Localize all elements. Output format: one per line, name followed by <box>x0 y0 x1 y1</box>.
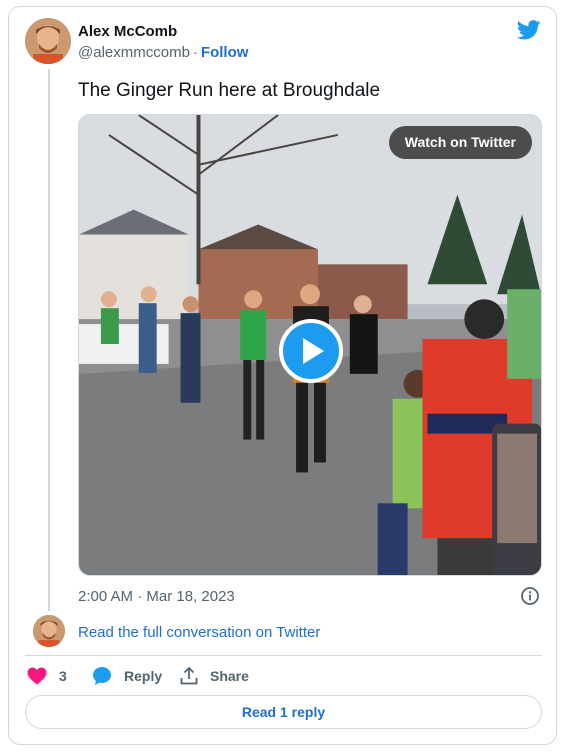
read-reply-button[interactable]: Read 1 reply <box>25 695 542 729</box>
share-label: Share <box>210 668 249 684</box>
play-icon <box>303 338 324 364</box>
author-name[interactable]: Alex McComb <box>78 23 177 40</box>
reply-label: Reply <box>124 668 163 684</box>
tweet-text: The Ginger Run here at Broughdale <box>78 80 381 101</box>
info-icon[interactable] <box>520 586 540 606</box>
share-button[interactable]: Share <box>180 665 249 687</box>
tweet-timestamp[interactable]: 2:00 AM · Mar 18, 2023 <box>78 588 235 605</box>
separator-dot: · <box>192 44 198 61</box>
share-arrow-icon <box>180 667 198 685</box>
speech-bubble-icon <box>93 667 111 685</box>
video-media[interactable]: Watch on Twitter <box>78 114 542 576</box>
read-full-conversation-link[interactable]: Read the full conversation on Twitter <box>78 624 320 641</box>
like-count: 3 <box>59 668 67 684</box>
reply-button[interactable]: Reply <box>92 665 162 687</box>
like-button[interactable]: 3 <box>27 665 67 687</box>
author-avatar-small[interactable] <box>33 615 65 647</box>
twitter-bird-icon[interactable] <box>517 20 541 40</box>
play-button[interactable] <box>279 319 343 383</box>
author-handle-line: @alexmmccomb · Follow <box>78 44 248 61</box>
follow-button[interactable]: Follow <box>201 44 249 61</box>
author-handle[interactable]: @alexmmccomb <box>78 44 190 61</box>
tweet-card: Alex McComb @alexmmccomb · Follow The Ging… <box>8 6 557 745</box>
author-avatar[interactable] <box>25 18 71 64</box>
thread-line <box>48 69 50 611</box>
watch-on-twitter-button[interactable]: Watch on Twitter <box>388 126 532 159</box>
divider <box>25 655 542 656</box>
heart-icon <box>27 667 47 685</box>
